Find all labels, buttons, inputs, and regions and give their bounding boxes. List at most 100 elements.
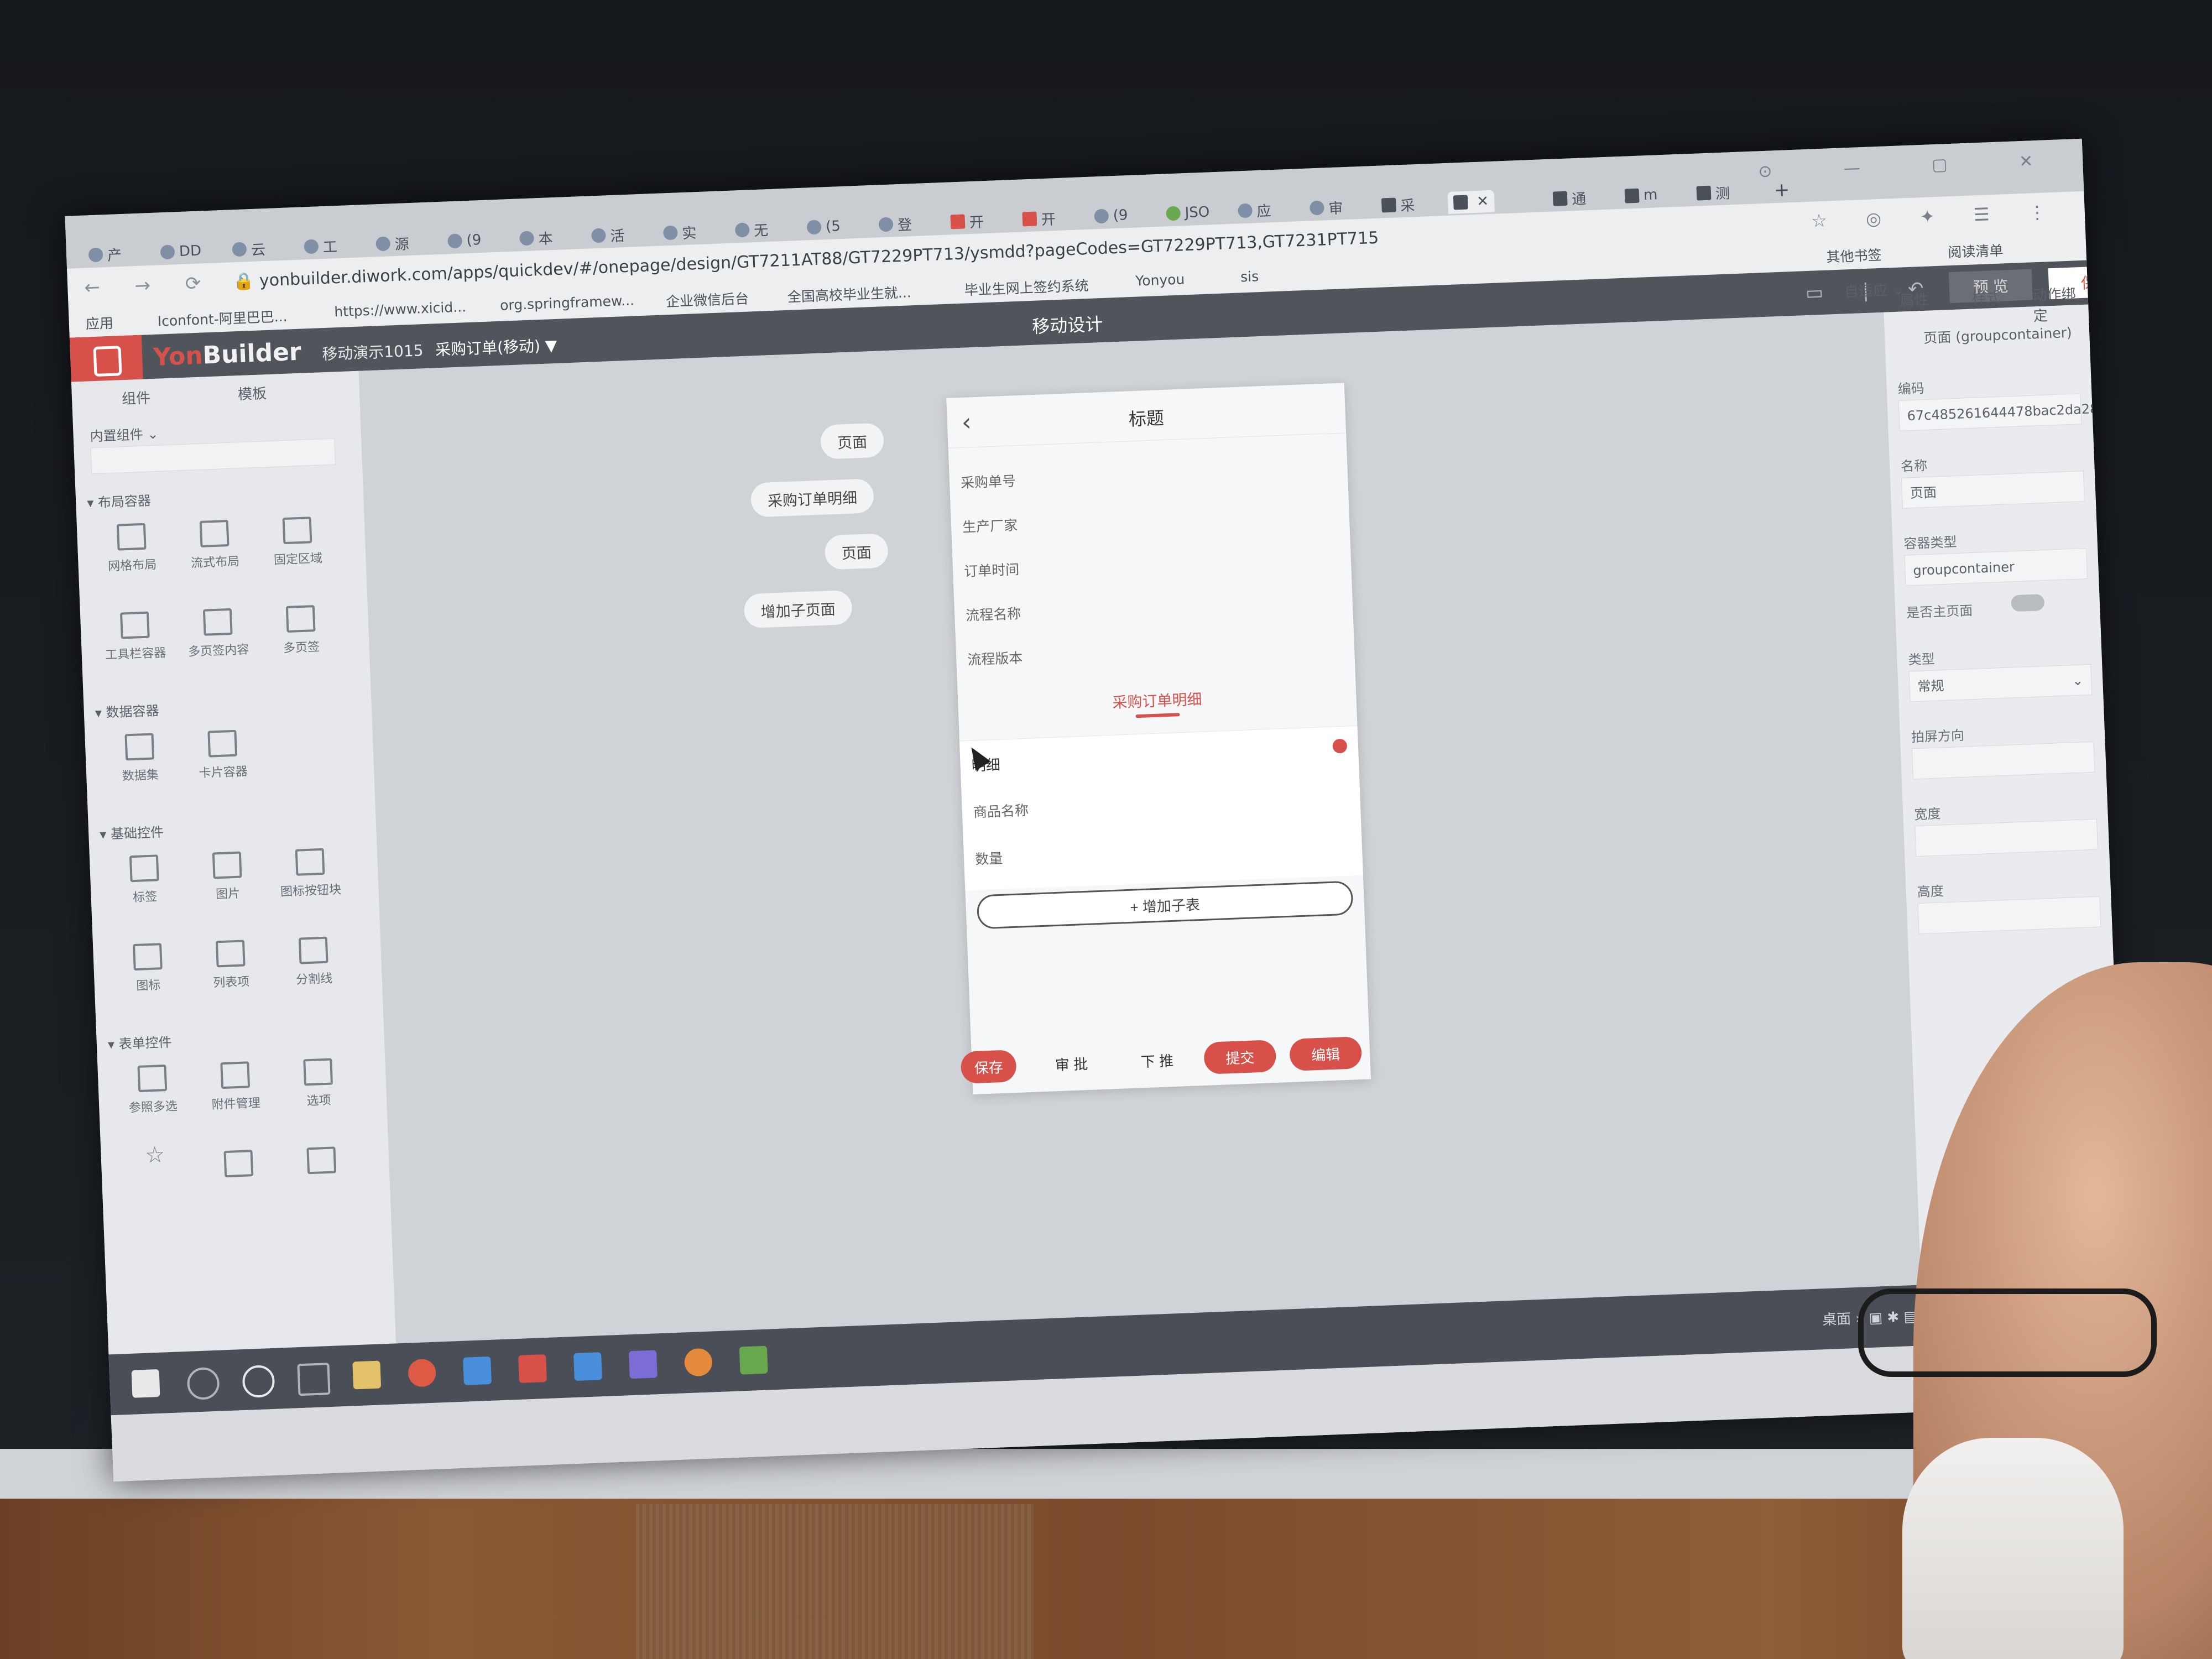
bookmark-item[interactable]: Iconfont-阿里巴巴... (157, 306, 288, 331)
browser-tab[interactable]: 采 (1376, 193, 1421, 217)
bookmark-item[interactable]: 毕业生网上签约系统 (964, 275, 1089, 300)
palette-item-more[interactable] (200, 1138, 278, 1218)
browser-tab[interactable]: 通 (1547, 186, 1592, 210)
chrome-icon[interactable] (408, 1358, 437, 1387)
form-field[interactable]: 采购单号 (960, 470, 1016, 492)
browser-tab[interactable]: 实 (658, 221, 702, 244)
container-type-input[interactable]: groupcontainer (1904, 548, 2088, 586)
browser-tab[interactable]: (5 (801, 215, 846, 239)
browser-tab[interactable]: 无 (729, 218, 774, 242)
palette-item-fixed[interactable]: 固定区域 (259, 505, 336, 585)
palette-item-dataset[interactable]: 数据集 (101, 721, 179, 801)
tab-close-icon[interactable]: ✕ (1477, 193, 1489, 210)
browser-tab[interactable]: 登 (873, 212, 917, 236)
cortana-icon[interactable] (242, 1364, 275, 1399)
browser-tab[interactable]: m (1619, 184, 1663, 207)
windows-start-icon[interactable] (131, 1369, 160, 1398)
palette-item-divider[interactable]: 分割线 (275, 925, 352, 1005)
palette-item-icon-btn[interactable]: 图标按钮块 (272, 836, 349, 916)
palette-item-image[interactable]: 图片 (189, 839, 266, 920)
app-icon[interactable] (628, 1350, 658, 1379)
detail-tab[interactable]: 采购订单明细 (958, 681, 1357, 718)
add-subtable-button[interactable]: + 增加子表 (976, 880, 1354, 930)
browser-tab[interactable]: 云 (226, 237, 271, 261)
code-input[interactable]: 67c485261644478bac2da28bf... (1898, 393, 2124, 431)
add-subpage-button[interactable]: 增加子页面 (743, 589, 853, 629)
browser-tab[interactable]: 本 (514, 226, 559, 250)
palette-item-toolbar[interactable]: 工具栏容器 (96, 599, 174, 680)
palette-item-more[interactable] (283, 1135, 361, 1215)
browser-tab[interactable]: 应 (1232, 199, 1277, 222)
page-selector[interactable]: 采购订单(移动) ▼ (435, 333, 557, 360)
palette-item-option[interactable]: 选项 (279, 1046, 357, 1126)
page-node-pill[interactable]: 页面 (824, 533, 889, 570)
palette-item-tab-content[interactable]: 多页签内容 (179, 596, 257, 676)
palette-search-input[interactable] (90, 438, 336, 474)
section-title[interactable]: ▾ 表单控件 (107, 1031, 172, 1053)
bookmark-item[interactable]: https://www.xicid... (334, 299, 467, 320)
browser-tab-active[interactable]: ✕ (1447, 190, 1495, 214)
app-logo[interactable] (69, 335, 143, 382)
tab-components[interactable]: 组件 (121, 387, 151, 408)
section-title[interactable]: ▾ 基础控件 (100, 821, 164, 843)
bookmark-folder[interactable]: sis (1240, 268, 1259, 285)
palette-item-attachment[interactable]: 附件管理 (197, 1050, 274, 1130)
palette-item-grid[interactable]: 网格布局 (93, 511, 170, 591)
palette-item-card[interactable]: 卡片容器 (184, 718, 262, 798)
browser-tab[interactable]: 工 (298, 234, 343, 258)
save-action-button[interactable]: 保存 (960, 1050, 1017, 1084)
sub-table-card[interactable]: 明细 商品名称 数量 (959, 725, 1363, 891)
tab-properties[interactable]: 属性 (1900, 289, 1929, 310)
toolbar-icons[interactable]: ☆ ◎ ✦ ☰ ⋮ (1811, 201, 2063, 231)
task-view-icon[interactable] (297, 1363, 331, 1396)
window-controls[interactable]: ⊙ — ▢ ✕ (1758, 150, 2067, 181)
form-field[interactable]: 流程版本 (967, 647, 1023, 669)
browser-tab[interactable]: (9 (1088, 204, 1134, 228)
new-tab-button[interactable]: + (1768, 179, 1796, 202)
browser-tab[interactable]: (9 (442, 229, 487, 253)
palette-item-label-ctrl[interactable]: 标签 (106, 843, 183, 923)
palette-item-rating[interactable]: ☆ (117, 1141, 195, 1221)
palette-item-list[interactable]: 列表项 (192, 928, 269, 1008)
app-icon[interactable] (463, 1356, 492, 1385)
approve-button[interactable]: 审 批 (1035, 1046, 1108, 1081)
tab-templates[interactable]: 模板 (237, 382, 267, 404)
section-title[interactable]: ▾ 布局容器 (87, 489, 152, 511)
app-icon[interactable] (573, 1352, 602, 1381)
browser-tab[interactable]: 活 (586, 223, 630, 247)
browser-tab[interactable]: 开 (1016, 207, 1061, 231)
palette-item-tabs[interactable]: 多页签 (262, 593, 340, 674)
browser-tab[interactable]: 审 (1304, 196, 1349, 220)
bookmark-item[interactable]: org.springframew... (500, 293, 635, 314)
phone-title[interactable]: 标题 (947, 397, 1345, 438)
search-icon[interactable] (186, 1366, 220, 1400)
sub-field[interactable]: 商品名称 (973, 800, 1029, 822)
app-icon[interactable] (684, 1348, 713, 1377)
browser-tab[interactable]: DD (154, 239, 207, 264)
section-title[interactable]: ▾ 数据容器 (95, 700, 159, 721)
browser-tab[interactable]: 产 (82, 243, 127, 267)
detail-page-pill[interactable]: 采购订单明细 (750, 478, 875, 518)
form-field[interactable]: 流程名称 (966, 603, 1021, 625)
main-page-toggle[interactable] (2011, 594, 2045, 612)
app-icon[interactable] (518, 1354, 547, 1383)
palette-filter[interactable]: 内置组件 ⌄ (90, 423, 159, 445)
sub-field[interactable]: 数量 (975, 848, 1003, 869)
type-select[interactable]: 常规 ⌄ (1908, 664, 2093, 702)
file-explorer-icon[interactable] (352, 1360, 382, 1390)
height-input[interactable] (1917, 896, 2101, 935)
browser-tab[interactable]: 开 (945, 210, 989, 233)
bookmark-item[interactable]: 企业微信后台 (665, 288, 749, 311)
submit-button[interactable]: 提交 (1203, 1039, 1277, 1074)
palette-item-multiref[interactable]: 参照多选 (114, 1052, 191, 1133)
browser-tab[interactable]: 测 (1691, 181, 1735, 205)
edit-button[interactable]: 编辑 (1289, 1036, 1363, 1071)
browser-tab[interactable]: JSO (1160, 201, 1215, 225)
bookmark-item[interactable]: 全国高校毕业生就... (787, 281, 911, 306)
width-input[interactable] (1914, 818, 2099, 857)
name-input[interactable]: 页面 (1901, 471, 2085, 509)
form-field[interactable]: 订单时间 (964, 559, 1020, 581)
tab-styles[interactable]: 样式 (1971, 286, 2001, 307)
browser-tab[interactable]: 源 (370, 232, 415, 255)
bookmark-folder[interactable]: Yonyou (1135, 271, 1185, 289)
